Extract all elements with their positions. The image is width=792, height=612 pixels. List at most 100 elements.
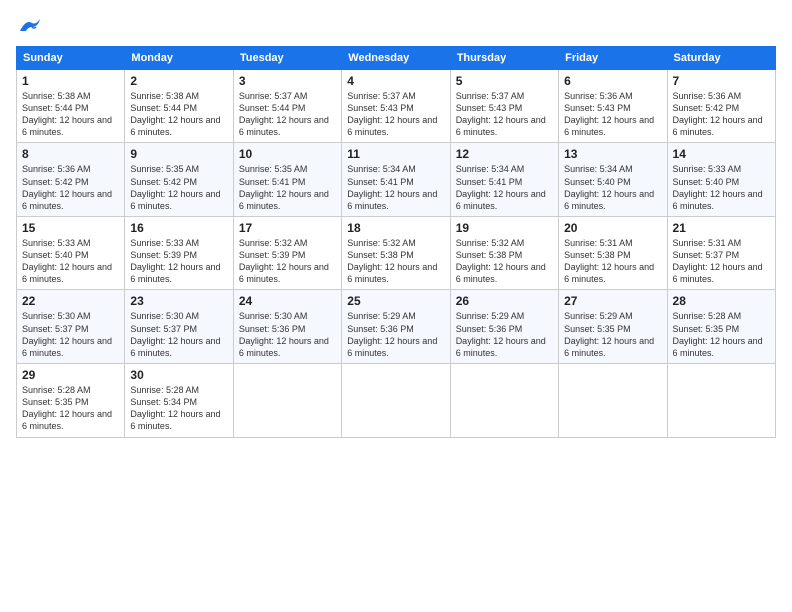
calendar-cell: [559, 364, 667, 438]
calendar-cell: 16 Sunrise: 5:33 AMSunset: 5:39 PMDayligh…: [125, 216, 233, 290]
header-friday: Friday: [559, 46, 667, 69]
calendar-cell: 1 Sunrise: 5:38 AMSunset: 5:44 PMDaylight…: [17, 69, 125, 143]
day-number: 7: [673, 74, 770, 88]
day-number: 30: [130, 368, 227, 382]
calendar-cell: 7 Sunrise: 5:36 AMSunset: 5:42 PMDaylight…: [667, 69, 775, 143]
header-row: SundayMondayTuesdayWednesdayThursdayFrid…: [17, 46, 776, 69]
day-number: 17: [239, 221, 336, 235]
calendar-cell: 11 Sunrise: 5:34 AMSunset: 5:41 PMDayligh…: [342, 143, 450, 217]
day-info: Sunrise: 5:31 AMSunset: 5:38 PMDaylight:…: [564, 237, 661, 286]
day-info: Sunrise: 5:38 AMSunset: 5:44 PMDaylight:…: [22, 90, 119, 139]
day-number: 22: [22, 294, 119, 308]
calendar-cell: 9Sunrise: 5:35 AMSunset: 5:42 PMDaylight…: [125, 143, 233, 217]
calendar-cell: 30 Sunrise: 5:28 AMSunset: 5:34 PMDayligh…: [125, 364, 233, 438]
day-number: 18: [347, 221, 444, 235]
calendar-cell: 20 Sunrise: 5:31 AMSunset: 5:38 PMDayligh…: [559, 216, 667, 290]
calendar-cell: 8 Sunrise: 5:36 AMSunset: 5:42 PMDaylight…: [17, 143, 125, 217]
header-thursday: Thursday: [450, 46, 558, 69]
calendar-cell: 13 Sunrise: 5:34 AMSunset: 5:40 PMDayligh…: [559, 143, 667, 217]
day-info: Sunrise: 5:34 AMSunset: 5:40 PMDaylight:…: [564, 163, 661, 212]
calendar-cell: 22 Sunrise: 5:30 AMSunset: 5:37 PMDayligh…: [17, 290, 125, 364]
day-number: 26: [456, 294, 553, 308]
calendar-cell: [342, 364, 450, 438]
day-info: Sunrise: 5:36 AMSunset: 5:42 PMDaylight:…: [22, 163, 119, 212]
day-info: Sunrise: 5:31 AMSunset: 5:37 PMDaylight:…: [673, 237, 770, 286]
day-info: Sunrise: 5:32 AMSunset: 5:38 PMDaylight:…: [456, 237, 553, 286]
day-number: 25: [347, 294, 444, 308]
week-row-1: 1 Sunrise: 5:38 AMSunset: 5:44 PMDaylight…: [17, 69, 776, 143]
day-number: 23: [130, 294, 227, 308]
day-number: 3: [239, 74, 336, 88]
day-number: 5: [456, 74, 553, 88]
day-info: Sunrise: 5:36 AMSunset: 5:43 PMDaylight:…: [564, 90, 661, 139]
day-number: 24: [239, 294, 336, 308]
day-number: 6: [564, 74, 661, 88]
calendar-cell: [667, 364, 775, 438]
calendar-cell: [233, 364, 341, 438]
day-info: Sunrise: 5:30 AMSunset: 5:36 PMDaylight:…: [239, 310, 336, 359]
calendar-cell: 25 Sunrise: 5:29 AMSunset: 5:36 PMDayligh…: [342, 290, 450, 364]
day-number: 19: [456, 221, 553, 235]
day-info: Sunrise: 5:28 AMSunset: 5:35 PMDaylight:…: [673, 310, 770, 359]
header-tuesday: Tuesday: [233, 46, 341, 69]
day-info: Sunrise: 5:33 AMSunset: 5:39 PMDaylight:…: [130, 237, 227, 286]
calendar-cell: 3Sunrise: 5:37 AMSunset: 5:44 PMDaylight…: [233, 69, 341, 143]
day-info: Sunrise: 5:29 AMSunset: 5:36 PMDaylight:…: [456, 310, 553, 359]
day-number: 1: [22, 74, 119, 88]
header-wednesday: Wednesday: [342, 46, 450, 69]
day-info: Sunrise: 5:36 AMSunset: 5:42 PMDaylight:…: [673, 90, 770, 139]
day-info: Sunrise: 5:37 AMSunset: 5:43 PMDaylight:…: [347, 90, 444, 139]
calendar-cell: 2 Sunrise: 5:38 AMSunset: 5:44 PMDaylight…: [125, 69, 233, 143]
calendar-cell: 10 Sunrise: 5:35 AMSunset: 5:41 PMDayligh…: [233, 143, 341, 217]
calendar-cell: [450, 364, 558, 438]
day-number: 21: [673, 221, 770, 235]
day-number: 13: [564, 147, 661, 161]
day-info: Sunrise: 5:30 AMSunset: 5:37 PMDaylight:…: [130, 310, 227, 359]
logo-bird-icon: [18, 17, 40, 35]
calendar-cell: 27 Sunrise: 5:29 AMSunset: 5:35 PMDayligh…: [559, 290, 667, 364]
day-number: 10: [239, 147, 336, 161]
day-number: 2: [130, 74, 227, 88]
day-number: 28: [673, 294, 770, 308]
day-info: Sunrise: 5:35 AMSunset: 5:41 PMDaylight:…: [239, 163, 336, 212]
day-number: 14: [673, 147, 770, 161]
day-info: Sunrise: 5:28 AMSunset: 5:35 PMDaylight:…: [22, 384, 119, 433]
day-number: 29: [22, 368, 119, 382]
day-info: Sunrise: 5:34 AMSunset: 5:41 PMDaylight:…: [456, 163, 553, 212]
calendar-cell: 26 Sunrise: 5:29 AMSunset: 5:36 PMDayligh…: [450, 290, 558, 364]
day-info: Sunrise: 5:32 AMSunset: 5:38 PMDaylight:…: [347, 237, 444, 286]
day-info: Sunrise: 5:30 AMSunset: 5:37 PMDaylight:…: [22, 310, 119, 359]
calendar-table: SundayMondayTuesdayWednesdayThursdayFrid…: [16, 46, 776, 438]
calendar-cell: 4 Sunrise: 5:37 AMSunset: 5:43 PMDaylight…: [342, 69, 450, 143]
calendar-cell: 14 Sunrise: 5:33 AMSunset: 5:40 PMDayligh…: [667, 143, 775, 217]
calendar-cell: 6 Sunrise: 5:36 AMSunset: 5:43 PMDaylight…: [559, 69, 667, 143]
week-row-3: 15Sunrise: 5:33 AMSunset: 5:40 PMDayligh…: [17, 216, 776, 290]
day-info: Sunrise: 5:29 AMSunset: 5:36 PMDaylight:…: [347, 310, 444, 359]
header-saturday: Saturday: [667, 46, 775, 69]
day-info: Sunrise: 5:29 AMSunset: 5:35 PMDaylight:…: [564, 310, 661, 359]
day-info: Sunrise: 5:35 AMSunset: 5:42 PMDaylight:…: [130, 163, 227, 212]
day-number: 12: [456, 147, 553, 161]
day-number: 8: [22, 147, 119, 161]
day-info: Sunrise: 5:38 AMSunset: 5:44 PMDaylight:…: [130, 90, 227, 139]
day-number: 4: [347, 74, 444, 88]
day-number: 20: [564, 221, 661, 235]
header: [16, 16, 776, 36]
day-number: 11: [347, 147, 444, 161]
week-row-2: 8 Sunrise: 5:36 AMSunset: 5:42 PMDaylight…: [17, 143, 776, 217]
day-number: 16: [130, 221, 227, 235]
calendar-cell: 12 Sunrise: 5:34 AMSunset: 5:41 PMDayligh…: [450, 143, 558, 217]
day-info: Sunrise: 5:34 AMSunset: 5:41 PMDaylight:…: [347, 163, 444, 212]
day-info: Sunrise: 5:28 AMSunset: 5:34 PMDaylight:…: [130, 384, 227, 433]
day-number: 27: [564, 294, 661, 308]
week-row-5: 29 Sunrise: 5:28 AMSunset: 5:35 PMDayligh…: [17, 364, 776, 438]
header-sunday: Sunday: [17, 46, 125, 69]
calendar-cell: 15Sunrise: 5:33 AMSunset: 5:40 PMDayligh…: [17, 216, 125, 290]
calendar-cell: 24 Sunrise: 5:30 AMSunset: 5:36 PMDayligh…: [233, 290, 341, 364]
day-info: Sunrise: 5:37 AMSunset: 5:43 PMDaylight:…: [456, 90, 553, 139]
day-info: Sunrise: 5:32 AMSunset: 5:39 PMDaylight:…: [239, 237, 336, 286]
page: SundayMondayTuesdayWednesdayThursdayFrid…: [0, 0, 792, 612]
calendar-cell: 17 Sunrise: 5:32 AMSunset: 5:39 PMDayligh…: [233, 216, 341, 290]
day-info: Sunrise: 5:33 AMSunset: 5:40 PMDaylight:…: [673, 163, 770, 212]
calendar-cell: 18 Sunrise: 5:32 AMSunset: 5:38 PMDayligh…: [342, 216, 450, 290]
